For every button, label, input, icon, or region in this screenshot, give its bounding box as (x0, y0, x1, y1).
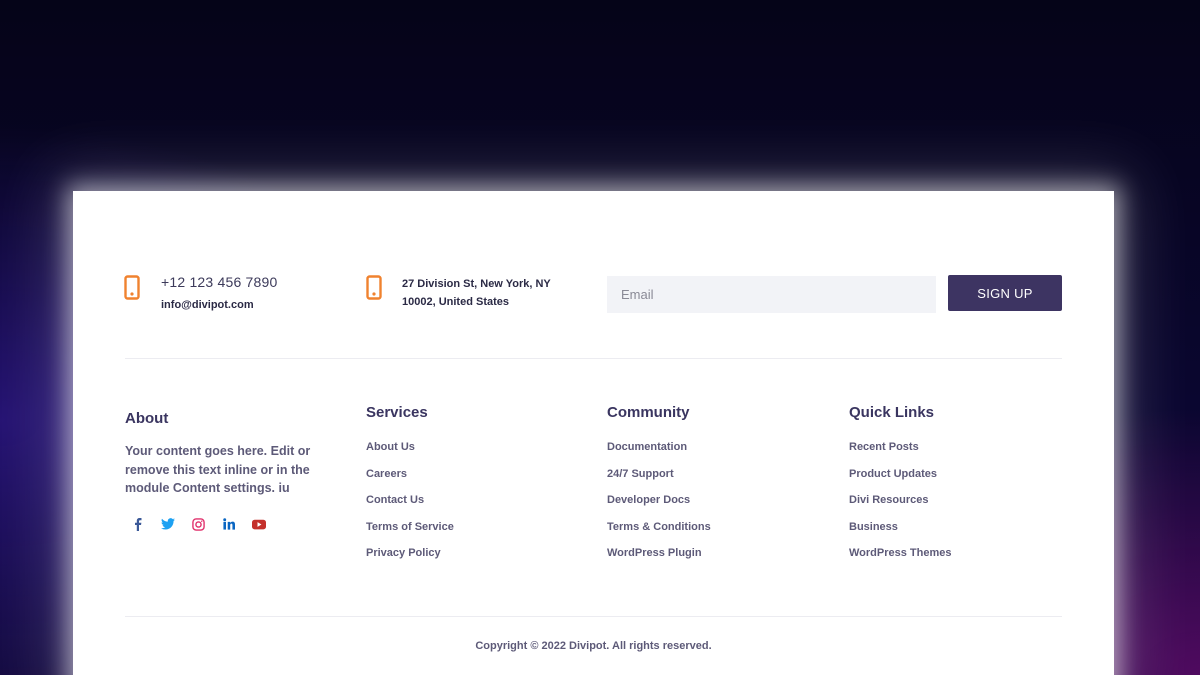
about-title: About (125, 410, 169, 427)
quick-links-title: Quick Links (849, 404, 935, 421)
copyright-text: Copyright © 2022 Divipot. All rights res… (475, 640, 712, 652)
address-line-2: 10002, United States (402, 296, 509, 308)
footer-link-about-us[interactable]: About Us (366, 441, 454, 468)
twitter-icon[interactable] (153, 516, 184, 532)
quick-links-list: Recent Posts Product Updates Divi Resour… (849, 441, 952, 574)
footer-link-developer-docs[interactable]: Developer Docs (607, 494, 711, 521)
footer-link-recent-posts[interactable]: Recent Posts (849, 441, 952, 468)
divider (125, 358, 1062, 359)
youtube-icon[interactable] (244, 516, 275, 532)
phone-icon (366, 275, 382, 305)
footer-link-product-updates[interactable]: Product Updates (849, 468, 952, 495)
divider (125, 616, 1062, 617)
services-links: About Us Careers Contact Us Terms of Ser… (366, 441, 454, 574)
footer-link-documentation[interactable]: Documentation (607, 441, 711, 468)
signup-button[interactable]: SIGN UP (948, 275, 1062, 311)
community-links: Documentation 24/7 Support Developer Doc… (607, 441, 711, 574)
footer-link-divi-resources[interactable]: Divi Resources (849, 494, 952, 521)
contact-phone[interactable]: +12 123 456 7890 (161, 274, 277, 290)
facebook-icon[interactable] (122, 516, 153, 532)
contact-email[interactable]: info@divipot.com (161, 296, 254, 314)
services-title: Services (366, 404, 428, 421)
footer-link-contact-us[interactable]: Contact Us (366, 494, 454, 521)
footer-link-support[interactable]: 24/7 Support (607, 468, 711, 495)
footer-card: +12 123 456 7890 info@divipot.com 27 Div… (73, 191, 1114, 675)
community-title: Community (607, 404, 690, 421)
about-text: Your content goes here. Edit or remove t… (125, 444, 311, 495)
linkedin-icon[interactable] (214, 516, 245, 532)
footer-link-careers[interactable]: Careers (366, 468, 454, 495)
footer-link-business[interactable]: Business (849, 521, 952, 548)
address-line-1: 27 Division St, New York, NY (402, 278, 551, 290)
instagram-icon[interactable] (183, 516, 214, 532)
footer-link-wordpress-plugin[interactable]: WordPress Plugin (607, 547, 711, 574)
footer-link-terms-of-service[interactable]: Terms of Service (366, 521, 454, 548)
phone-icon (124, 275, 140, 305)
email-input[interactable] (607, 276, 936, 313)
footer-link-terms-conditions[interactable]: Terms & Conditions (607, 521, 711, 548)
footer-link-privacy-policy[interactable]: Privacy Policy (366, 547, 454, 574)
footer-link-wordpress-themes[interactable]: WordPress Themes (849, 547, 952, 574)
social-links (122, 516, 275, 532)
